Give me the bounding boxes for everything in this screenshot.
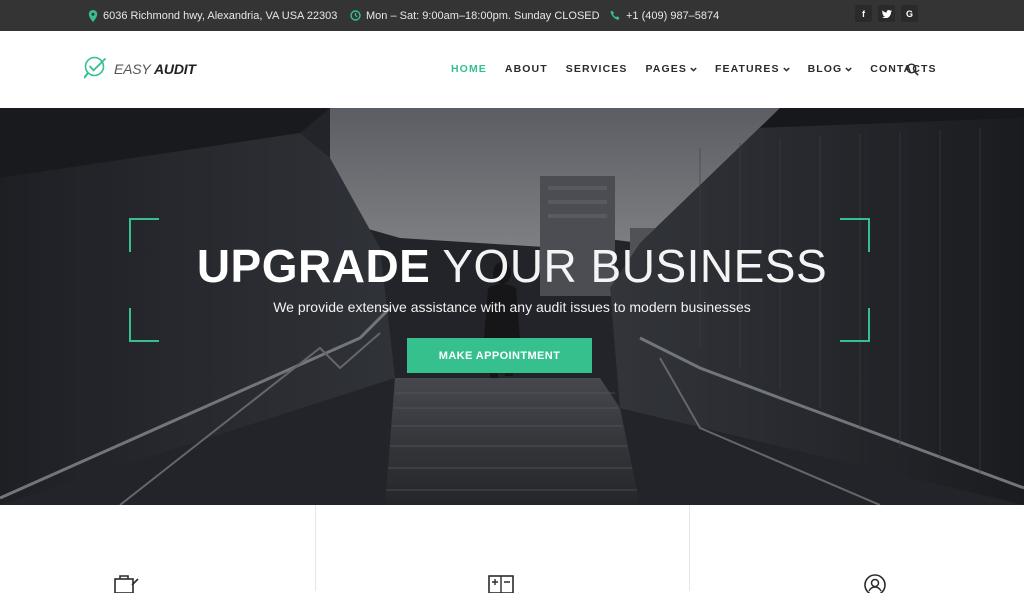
make-appointment-button[interactable]: MAKE APPOINTMENT — [407, 338, 592, 373]
nav-features[interactable]: FEATURES — [715, 62, 790, 76]
briefcase-icon — [114, 575, 139, 593]
logo-text-easy: EASY — [114, 61, 151, 77]
hero-banner: UPGRADE YOUR BUSINESS We provide extensiv… — [0, 108, 1024, 505]
chevron-down-icon — [845, 66, 853, 72]
hero-subtitle: We provide extensive assistance with any… — [273, 299, 751, 315]
google-icon[interactable]: G — [901, 5, 918, 22]
hero-title: UPGRADE YOUR BUSINESS — [0, 239, 1024, 293]
nav-contacts[interactable]: CONTACTS — [870, 62, 936, 76]
nav-blog[interactable]: BLOG — [808, 62, 853, 76]
phone-icon — [610, 10, 620, 20]
hours-text: Mon – Sat: 9:00am–18:00pm. Sunday CLOSED — [366, 9, 600, 22]
phone-text: +1 (409) 987–5874 — [626, 9, 720, 22]
nav-home-label: HOME — [451, 63, 487, 75]
nav-services-label: SERVICES — [565, 63, 628, 75]
twitter-icon[interactable] — [878, 5, 895, 22]
chevron-down-icon — [782, 66, 790, 72]
top-info-bar: 6036 Richmond hwy, Alexandria, VA USA 22… — [0, 0, 1024, 31]
nav-about[interactable]: ABOUT — [505, 62, 548, 76]
address-text: 6036 Richmond hwy, Alexandria, VA USA 22… — [103, 9, 338, 22]
nav-features-label: FEATURES — [714, 63, 780, 75]
site-header: EASY AUDIT HOME ABOUT SERVICES PAGES FEA… — [0, 31, 1024, 108]
search-icon[interactable] — [906, 63, 919, 76]
nav-home[interactable]: HOME — [451, 62, 487, 76]
location-pin-icon — [88, 9, 98, 22]
phone-info: +1 (409) 987–5874 — [610, 0, 719, 31]
hours-info: Mon – Sat: 9:00am–18:00pm. Sunday CLOSED — [350, 0, 600, 31]
nav-about-label: ABOUT — [504, 63, 548, 75]
site-logo[interactable]: EASY AUDIT — [84, 56, 196, 82]
hero-title-bold: UPGRADE — [196, 240, 431, 292]
feature-divider — [315, 505, 316, 591]
clock-icon — [350, 10, 361, 21]
logo-text: EASY AUDIT — [114, 61, 196, 77]
address-info: 6036 Richmond hwy, Alexandria, VA USA 22… — [88, 0, 337, 31]
logo-magnifier-check-icon — [84, 56, 106, 79]
calculator-icon — [488, 575, 514, 593]
logo-text-audit: AUDIT — [154, 61, 196, 77]
user-circle-icon — [864, 574, 886, 593]
features-strip — [0, 505, 1024, 593]
social-links: f G — [855, 5, 918, 22]
facebook-icon[interactable]: f — [855, 5, 872, 22]
nav-contacts-label: CONTACTS — [870, 63, 937, 75]
nav-services[interactable]: SERVICES — [566, 62, 628, 76]
hero-title-light: YOUR BUSINESS — [442, 240, 828, 292]
nav-pages-label: PAGES — [645, 63, 687, 75]
main-nav: HOME ABOUT SERVICES PAGES FEATURES BLOG … — [451, 62, 955, 76]
feature-divider — [689, 505, 690, 591]
nav-blog-label: BLOG — [807, 63, 843, 75]
nav-pages[interactable]: PAGES — [645, 62, 697, 76]
chevron-down-icon — [690, 66, 697, 72]
